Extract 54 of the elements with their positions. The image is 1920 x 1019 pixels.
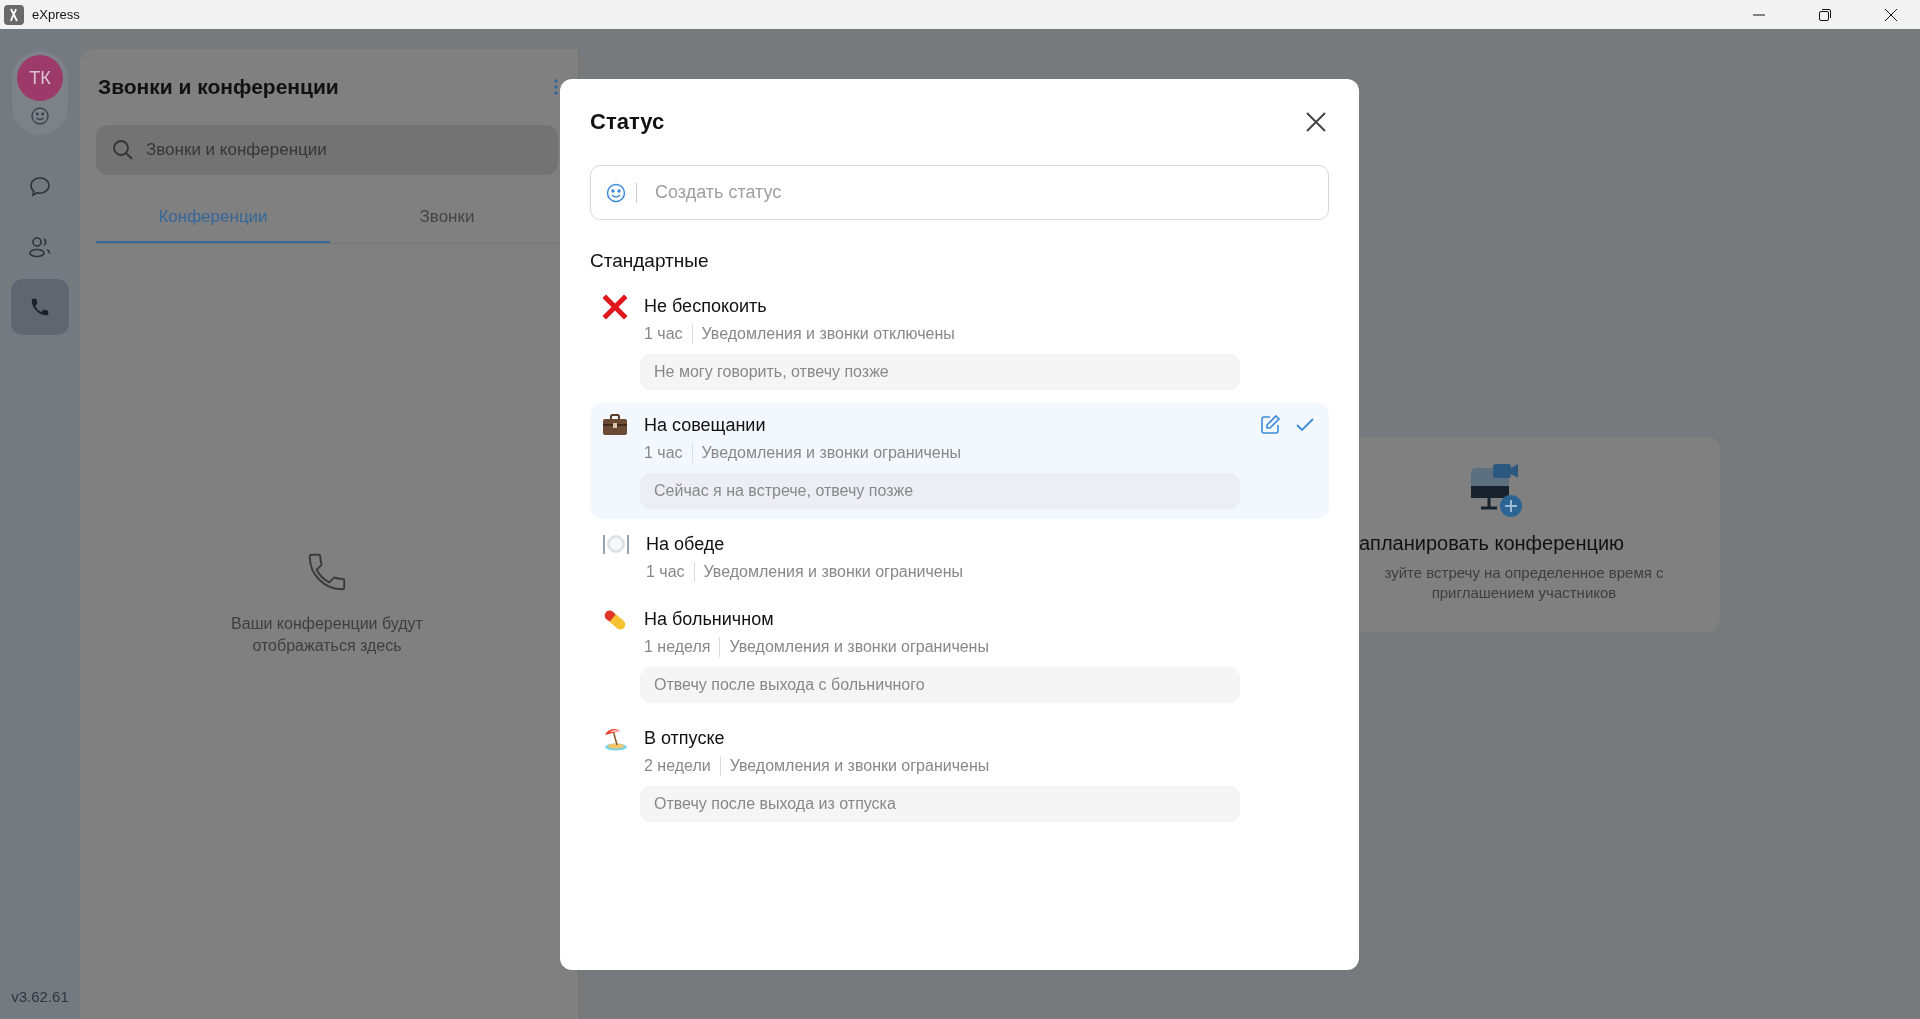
status-item[interactable]: На совещании 1 час Уведомления и звонки ограничены Сейчас я на встрече, отвечу позже [590,403,1329,519]
check-icon [1295,417,1315,433]
status-item[interactable]: На больничном 1 неделя Уведомления и звонки ограничены Отвечу после выхода с больничного [590,597,1329,713]
panel-title: Звонки и конференции [98,75,339,99]
cross-icon [602,294,628,320]
window-title: eXpress [32,7,80,22]
status-item[interactable]: Не беспокоить 1 час Уведомления и звонки отключены Не могу говорить, отвечу позже [590,284,1329,400]
phone-icon [29,296,51,318]
status-effect: Уведомления и звонки ограничены [703,563,964,581]
beach-umbrella-icon [602,726,628,752]
status-name: В отпуске [644,727,725,749]
search-icon [112,139,134,161]
search-field[interactable]: Звонки и конференции [96,125,558,175]
video-conference-icon [1469,462,1525,518]
card-title: апланировать конференцию [1359,532,1626,555]
nav-button[interactable] [11,279,69,335]
smiley-icon[interactable] [31,107,49,125]
empty-state-text: Ваши конференции будут отображаться здесь [230,614,424,656]
status-duration: 1 час [644,444,683,462]
card-description: зуйте встречу на определенное время с приглашением участников [1383,563,1665,603]
dialog-title: Статус [590,109,665,135]
status-name: Не беспокоить [644,295,767,317]
status-message: Отвечу после выхода с больничного [640,667,1240,703]
status-name: На обеде [646,533,725,555]
status-item[interactable]: В отпуске 2 недели Уведомления и звонки ограничены Отвечу после выхода из отпуска [590,716,1329,832]
status-input-field[interactable]: Создать статус [590,165,1329,220]
status-name: На больничном [644,608,774,630]
status-message: Отвечу после выхода из отпуска [640,786,1240,822]
status-name: На совещании [644,414,766,436]
plate-icon [602,532,630,556]
status-item[interactable]: На обеде 1 час Уведомления и звонки ограничены [590,522,1329,594]
contacts-icon [27,235,53,259]
app-logo-icon [4,4,24,25]
status-duration: 1 неделя [644,638,711,656]
status-effect: Уведомления и звонки ограничены [729,757,990,775]
smiley-icon[interactable] [606,182,626,203]
status-message: Сейчас я на встрече, отвечу позже [640,473,1240,509]
status-duration: 1 час [644,325,683,343]
chat-icon [28,175,52,199]
status-effect: Уведомления и звонки ограничены [729,638,989,656]
status-duration: 2 недели [644,757,711,775]
avatar[interactable]: ТК [17,55,63,101]
restore-icon [1819,8,1831,21]
close-icon [1885,8,1897,21]
status-duration: 1 час [646,563,685,581]
edit-icon[interactable] [1259,414,1281,436]
more-icon[interactable] [554,79,558,95]
status-effect: Уведомления и звонки ограничены [701,444,962,462]
briefcase-icon [602,413,628,437]
status-message: Не могу говорить, отвечу позже [640,354,1240,390]
version-label: v3.62.61 [11,988,69,1005]
schedule-card[interactable]: апланировать конференцию зуйте встречу на определенное время с приглашением участников [1359,437,1720,632]
status-effect: Уведомления и звонки отключены [701,325,955,343]
section-heading: Стандартные [590,250,710,272]
